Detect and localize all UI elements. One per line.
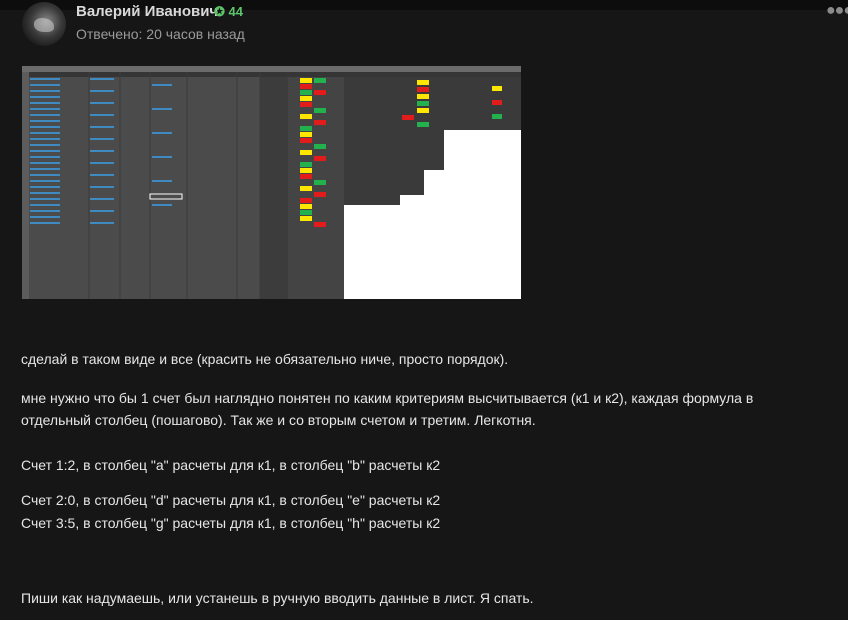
message-paragraph-3: Счет 1:2, в столбец "a" расчеты для к1, … bbox=[21, 457, 441, 473]
message-paragraph-2: мне нужно что бы 1 счет был наглядно пон… bbox=[21, 390, 754, 428]
reputation-value: 44 bbox=[228, 4, 243, 19]
message-paragraph-5: Счет 3:5, в столбец "g" расчеты для к1, … bbox=[21, 515, 441, 531]
reputation-badge: ✪ 44 bbox=[214, 4, 243, 20]
message-paragraph-1: сделай в таком виде и все (красить не об… bbox=[21, 351, 509, 367]
message-paragraph-4: Счет 2:0, в столбец "d" расчеты для к1, … bbox=[21, 492, 441, 508]
avatar[interactable] bbox=[22, 2, 66, 46]
author-name[interactable]: Валерий Иванович bbox=[76, 3, 218, 20]
spreadsheet-screenshot[interactable] bbox=[22, 66, 521, 299]
answered-time: Отвечено: 20 часов назад bbox=[76, 26, 245, 42]
more-dots-icon[interactable]: ●●● bbox=[826, 2, 848, 20]
message-paragraph-6: Пиши как надумаешь, или устанешь в ручну… bbox=[21, 590, 534, 606]
reputation-icon: ✪ bbox=[214, 4, 225, 19]
